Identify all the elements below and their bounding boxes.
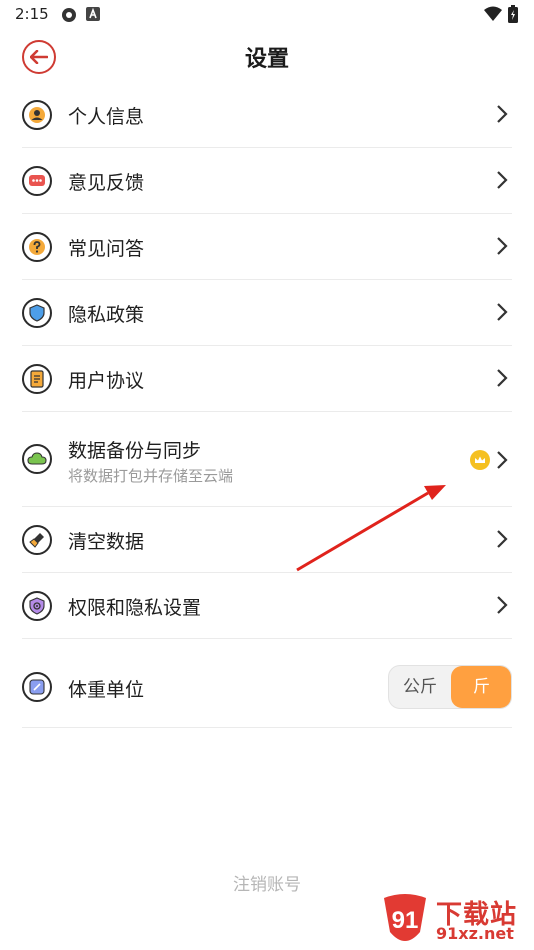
question-icon — [22, 232, 52, 262]
document-icon — [22, 364, 52, 394]
permission-icon — [22, 591, 52, 621]
settings-notification-icon — [62, 8, 76, 22]
header: 设置 — [0, 32, 534, 78]
settings-item-permission-privacy[interactable]: 权限和隐私设置 — [22, 573, 512, 639]
chevron-right-icon — [497, 237, 508, 255]
chevron-right-icon — [497, 530, 508, 548]
watermark-logo-icon: 91 — [384, 894, 426, 941]
settings-item-user-agreement[interactable]: 用户协议 — [22, 346, 512, 412]
unit-option-kg[interactable]: 公斤 — [389, 666, 451, 708]
weight-unit-toggle[interactable]: 公斤 斤 — [388, 665, 512, 709]
app-notification-icon — [86, 7, 100, 21]
settings-item-label: 清空数据 — [68, 531, 145, 553]
unit-option-jin[interactable]: 斤 — [451, 666, 511, 708]
shield-icon — [22, 298, 52, 328]
settings-item-label: 隐私政策 — [68, 304, 145, 326]
feedback-icon — [22, 166, 52, 196]
status-bar: 2:15 — [0, 0, 534, 28]
settings-item-sublabel: 将数据打包并存储至云端 — [68, 467, 234, 485]
person-icon — [22, 100, 52, 130]
chevron-right-icon — [497, 369, 508, 387]
watermark-url: 91xz.net — [436, 924, 514, 943]
page-title: 设置 — [244, 47, 289, 72]
wifi-icon — [484, 6, 502, 21]
settings-item-backup-sync[interactable]: 数据备份与同步 将数据打包并存储至云端 — [22, 412, 512, 507]
settings-item-label: 用户协议 — [68, 370, 145, 392]
watermark: 91 下载站 91xz.net — [378, 892, 534, 950]
settings-item-label: 权限和隐私设置 — [68, 597, 202, 619]
settings-item-label: 常见问答 — [68, 238, 145, 260]
settings-item-privacy-policy[interactable]: 隐私政策 — [22, 280, 512, 346]
settings-item-label: 个人信息 — [68, 106, 145, 128]
chevron-right-icon — [497, 105, 508, 123]
cloud-icon — [22, 444, 52, 474]
chevron-right-icon — [497, 303, 508, 321]
settings-item-label: 体重单位 — [68, 679, 145, 701]
settings-item-label: 数据备份与同步 — [68, 440, 202, 462]
chevron-right-icon — [497, 171, 508, 189]
settings-item-feedback[interactable]: 意见反馈 — [22, 148, 512, 214]
crown-icon — [470, 450, 490, 470]
broom-icon — [22, 525, 52, 555]
chevron-right-icon — [497, 596, 508, 614]
status-time: 2:15 — [15, 5, 49, 23]
settings-item-faq[interactable]: 常见问答 — [22, 214, 512, 280]
settings-item-label: 意见反馈 — [68, 172, 145, 194]
chevron-right-icon — [497, 451, 508, 469]
settings-item-clear-data[interactable]: 清空数据 — [22, 507, 512, 573]
settings-item-profile[interactable]: 个人信息 — [22, 82, 512, 148]
svg-text:91: 91 — [392, 907, 419, 934]
scale-icon — [22, 672, 52, 702]
settings-item-weight-unit: 体重单位 公斤 斤 — [22, 639, 512, 728]
battery-icon — [508, 5, 518, 23]
